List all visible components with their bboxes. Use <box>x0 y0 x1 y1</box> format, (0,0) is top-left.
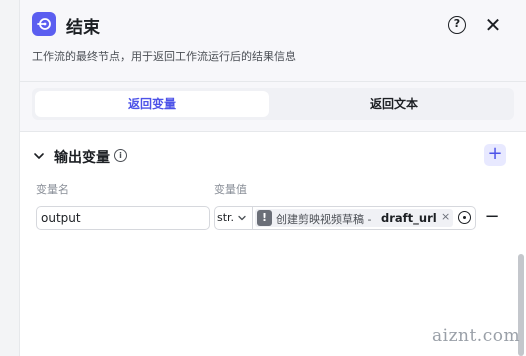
exit-node-icon <box>32 12 56 36</box>
reference-source-node: 创建剪映视频草稿 - <box>276 213 372 226</box>
add-variable-button[interactable]: + <box>484 144 506 166</box>
type-select-value: str. <box>217 211 235 224</box>
chevron-down-icon <box>238 215 246 221</box>
panel-header: 结束 ? ✕ 工作流的最终节点，用于返回工作流运行后的结果信息 <box>20 0 526 82</box>
left-edge-strip <box>0 0 20 356</box>
variable-picker-icon[interactable] <box>458 211 471 224</box>
section-title: 输出变量 <box>54 150 110 166</box>
clear-reference-icon[interactable]: × <box>441 210 450 223</box>
watermark-text: aiznt.com <box>432 326 521 346</box>
variable-reference-tag[interactable]: ! 创建剪映视频草稿 - draft_url × <box>255 209 453 227</box>
column-label-value: 变量值 <box>214 183 247 196</box>
tab-switcher: 返回变量 返回文本 <box>32 88 514 120</box>
output-section-header: 输出变量 i + <box>20 140 526 172</box>
info-icon[interactable]: i <box>114 149 127 162</box>
close-icon[interactable]: ✕ <box>484 15 502 35</box>
tab-return-text[interactable]: 返回文本 <box>277 91 511 117</box>
chevron-down-icon[interactable] <box>32 149 46 163</box>
warning-icon: ! <box>257 210 272 226</box>
node-description: 工作流的最终节点，用于返回工作流运行后的结果信息 <box>32 50 296 63</box>
help-icon[interactable]: ? <box>448 16 466 34</box>
variable-name-input[interactable]: output <box>36 206 210 230</box>
tab-return-variables[interactable]: 返回变量 <box>35 91 269 117</box>
remove-variable-button[interactable]: − <box>482 208 502 226</box>
variable-value-field: str. ! 创建剪映视频草稿 - draft_url × <box>214 206 476 230</box>
column-label-name: 变量名 <box>36 183 69 196</box>
tabs-area: 返回变量 返回文本 <box>20 82 526 132</box>
reference-variable-name: draft_url <box>381 211 437 225</box>
type-select[interactable]: str. <box>215 207 253 229</box>
page-title: 结束 <box>66 18 100 38</box>
end-node-panel: 结束 ? ✕ 工作流的最终节点，用于返回工作流运行后的结果信息 返回变量 返回文… <box>20 0 526 356</box>
